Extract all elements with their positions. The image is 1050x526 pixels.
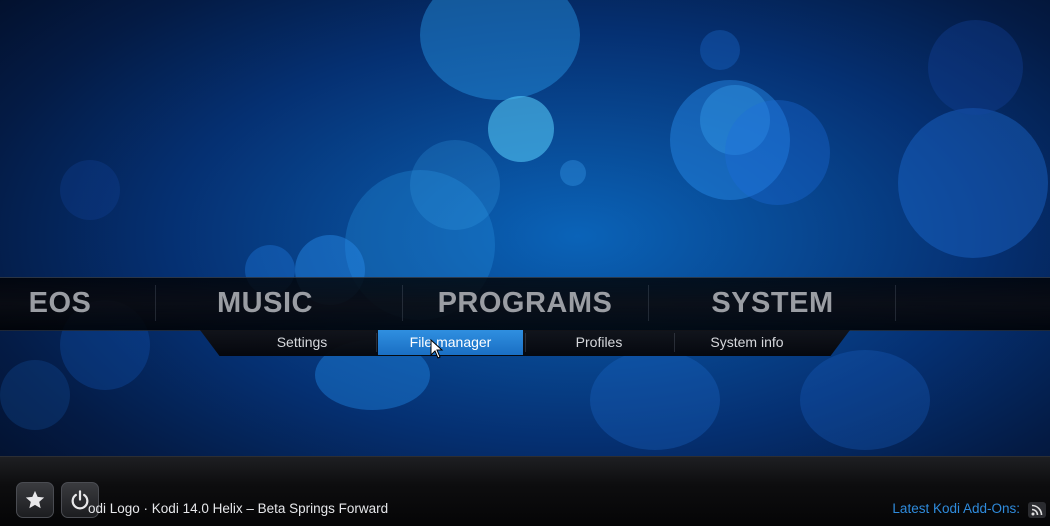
background-wallpaper: [0, 0, 1050, 525]
favourites-button[interactable]: [16, 482, 54, 518]
bokeh-circle: [488, 96, 554, 162]
bokeh-circle: [800, 350, 930, 450]
sub-menu-system-info[interactable]: System info: [676, 330, 818, 355]
sub-menu-profiles[interactable]: Profiles: [528, 330, 670, 355]
bokeh-circle: [928, 20, 1023, 115]
sub-menu-separator: [525, 333, 526, 352]
main-menu-system[interactable]: SYSTEM: [680, 277, 865, 329]
menu-separator: [402, 285, 403, 321]
menu-separator: [895, 285, 896, 321]
rss-ticker-text: odi Logo · Kodi 14.0 Helix – Beta Spring…: [88, 501, 389, 516]
main-menu-programs[interactable]: PROGRAMS: [410, 277, 640, 329]
bokeh-circle: [60, 160, 120, 220]
sub-menu-separator: [376, 333, 377, 352]
mouse-cursor-icon: [430, 339, 444, 359]
latest-addons-label[interactable]: Latest Kodi Add-Ons:: [892, 501, 1020, 517]
main-menu-music[interactable]: MUSIC: [180, 277, 350, 329]
bokeh-circle: [0, 360, 70, 430]
menu-separator: [155, 285, 156, 321]
bokeh-circle: [898, 108, 1048, 258]
bokeh-circle: [420, 0, 580, 100]
bokeh-circle: [725, 100, 830, 205]
bokeh-circle: [410, 140, 500, 230]
sub-menu-settings[interactable]: Settings: [232, 330, 372, 355]
bokeh-circle: [560, 160, 586, 186]
rss-icon: [1031, 504, 1043, 516]
bokeh-circle: [590, 350, 720, 450]
star-icon: [25, 490, 45, 509]
sub-menu-file-manager[interactable]: File manager: [378, 330, 523, 355]
sub-menu-separator: [674, 333, 675, 352]
menu-separator: [648, 285, 649, 321]
rss-button[interactable]: [1028, 502, 1046, 518]
bokeh-circle: [700, 30, 740, 70]
